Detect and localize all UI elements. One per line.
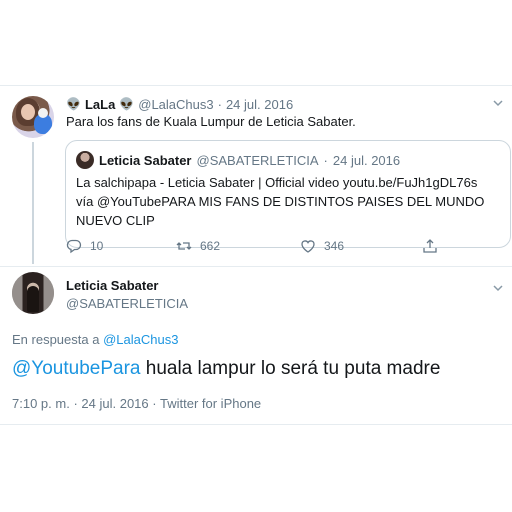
tweet-meta: 7:10 p. m. · 24 jul. 2016 · Twitter for … bbox=[12, 396, 261, 411]
quoted-tweet-card[interactable]: Leticia Sabater @SABATERLETICIA · 24 jul… bbox=[65, 140, 511, 248]
thread-line bbox=[32, 142, 34, 264]
alien-emoji-icon: 👽 bbox=[66, 97, 81, 111]
handle[interactable]: @LalaChus3 bbox=[138, 97, 213, 112]
chevron-down-icon[interactable] bbox=[492, 282, 504, 294]
reply-context: En respuesta a @LalaChus3 bbox=[12, 332, 178, 347]
like-button[interactable]: 346 bbox=[300, 238, 344, 254]
retweet-button[interactable]: 662 bbox=[176, 238, 220, 254]
display-name[interactable]: LaLa bbox=[85, 97, 115, 112]
quoted-tweet-text: La salchipapa - Leticia Sabater | Offici… bbox=[76, 175, 485, 228]
parent-tweet[interactable]: 👽 LaLa 👽 @LalaChus3 · 24 jul. 2016 Para … bbox=[0, 86, 512, 266]
divider-bottom bbox=[0, 424, 512, 425]
tweet-page: 👽 LaLa 👽 @LalaChus3 · 24 jul. 2016 Para … bbox=[0, 0, 512, 512]
tweet-date[interactable]: 24 jul. 2016 bbox=[81, 396, 148, 411]
tweet-date[interactable]: 24 jul. 2016 bbox=[226, 97, 293, 112]
quoted-tweet-header: Leticia Sabater @SABATERLETICIA · 24 jul… bbox=[76, 151, 400, 169]
quoted-date: 24 jul. 2016 bbox=[332, 152, 401, 168]
avatar[interactable] bbox=[12, 96, 54, 138]
handle[interactable]: @SABATERLETICIA bbox=[66, 296, 188, 311]
tweet-body: huala lampur lo será tu puta madre bbox=[145, 358, 441, 379]
separator-dot: · bbox=[217, 96, 222, 112]
mention-link[interactable]: @YoutubePara bbox=[12, 358, 140, 379]
display-name[interactable]: Leticia Sabater bbox=[66, 278, 159, 293]
retweet-icon bbox=[176, 242, 192, 250]
tweet-source[interactable]: Twitter for iPhone bbox=[160, 396, 261, 411]
reply-to-link[interactable]: @LalaChus3 bbox=[103, 332, 178, 347]
avatar[interactable] bbox=[12, 272, 54, 314]
separator-dot: · bbox=[73, 396, 78, 411]
share-button[interactable] bbox=[422, 238, 438, 254]
quoted-handle: @SABATERLETICIA bbox=[196, 152, 319, 168]
share-icon bbox=[423, 239, 437, 253]
separator-dot: · bbox=[152, 396, 157, 411]
reply-button[interactable]: 10 bbox=[66, 238, 103, 254]
separator-dot: · bbox=[323, 152, 328, 168]
divider bbox=[0, 266, 512, 267]
tweet-text: @YoutubePara huala lampur lo será tu put… bbox=[12, 358, 440, 380]
avatar bbox=[76, 151, 94, 169]
tweet-text: Para los fans de Kuala Lumpur de Leticia… bbox=[66, 114, 356, 129]
tweet-time[interactable]: 7:10 p. m. bbox=[12, 396, 70, 411]
chevron-down-icon[interactable] bbox=[492, 97, 504, 109]
reply-prefix: En respuesta a bbox=[12, 332, 100, 347]
heart-icon bbox=[301, 240, 315, 253]
like-count: 346 bbox=[324, 239, 345, 253]
tweet-actions: 10 662 346 bbox=[66, 238, 466, 258]
alien-emoji-icon: 👽 bbox=[119, 97, 135, 111]
reply-count: 10 bbox=[90, 239, 104, 253]
parent-tweet-header: 👽 LaLa 👽 @LalaChus3 · 24 jul. 2016 bbox=[66, 95, 293, 113]
quoted-display-name: Leticia Sabater bbox=[99, 152, 192, 168]
reply-icon bbox=[66, 239, 82, 254]
retweet-count: 662 bbox=[200, 239, 221, 253]
